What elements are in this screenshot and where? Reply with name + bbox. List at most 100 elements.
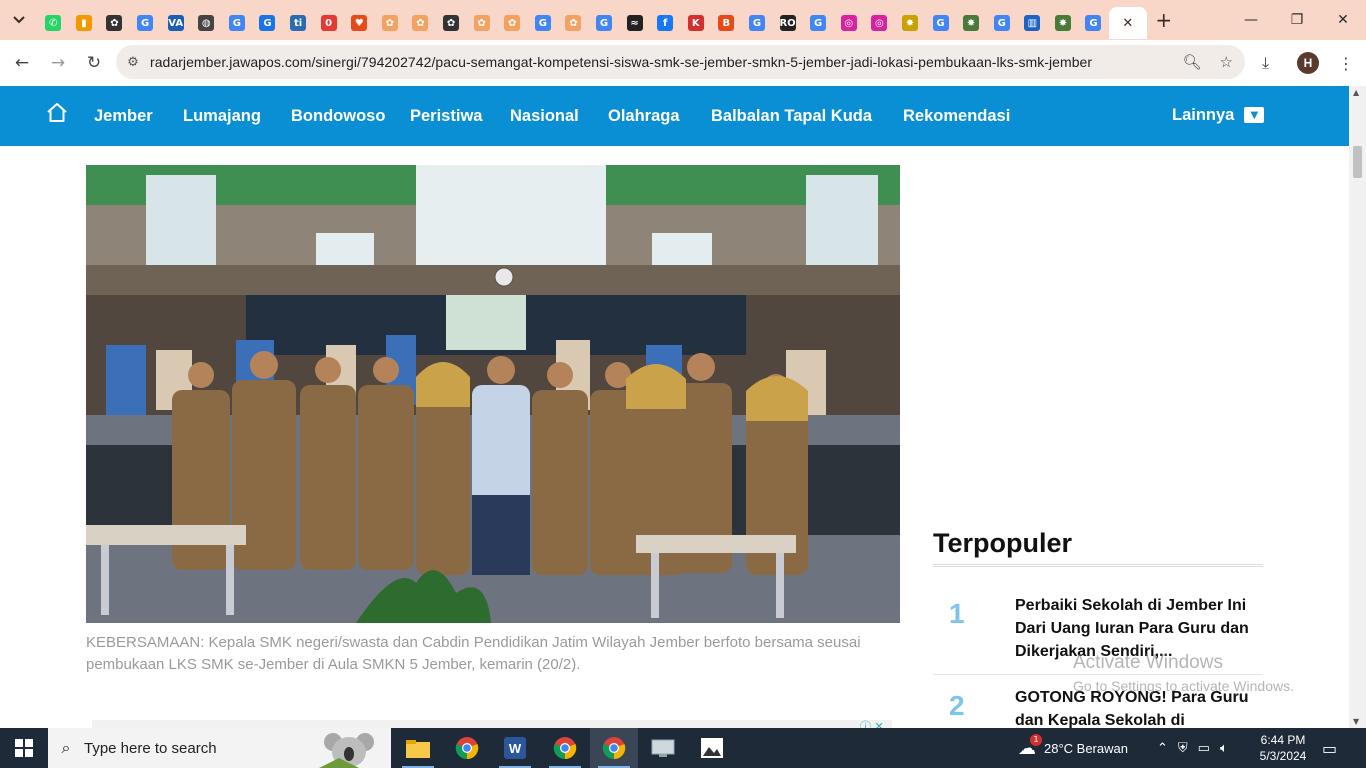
taskbar-chrome[interactable] (443, 728, 491, 768)
browser-tab[interactable]: ≈ (619, 7, 650, 39)
bookmark-star-icon[interactable]: ☆ (1220, 53, 1233, 71)
address-bar[interactable]: ⚙ radarjember.jawapos.com/sinergi/794202… (116, 45, 1245, 79)
back-button[interactable]: ← (4, 45, 40, 81)
tab-search-button[interactable] (0, 0, 38, 40)
nav-link-jember[interactable]: Jember (94, 86, 153, 146)
browser-tab[interactable]: ▮ (69, 7, 100, 39)
browser-tab[interactable]: ▥ (1017, 7, 1048, 39)
dropdown-icon: ▼ (1244, 107, 1265, 123)
clock-time: 6:44 PM (1260, 733, 1306, 747)
browser-tab[interactable]: ✿ (497, 7, 528, 39)
paw-icon: ✿ (381, 15, 398, 31)
browser-tab[interactable]: RO (772, 7, 803, 39)
tray-overflow-icon[interactable]: ⌃ (1157, 741, 1168, 756)
close-tab-icon[interactable]: ✕ (1122, 16, 1133, 31)
browser-tab[interactable]: G (222, 7, 253, 39)
browser-tab[interactable]: ◍ (191, 7, 222, 39)
more-menu-button[interactable]: Lainnya ▼ (1172, 86, 1265, 144)
minimize-button[interactable]: — (1228, 0, 1274, 40)
weather-badge: 1 (1030, 733, 1042, 746)
nav-link-rekomendasi[interactable]: Rekomendasi (903, 86, 1010, 146)
browser-tab[interactable]: ✿ (375, 7, 406, 39)
browser-tab[interactable]: ✿ (405, 7, 436, 39)
chevron-down-icon (13, 16, 25, 24)
browser-tab[interactable]: ✿ (436, 7, 467, 39)
taskbar-chrome-profile[interactable] (541, 728, 589, 768)
nav-link-peristiwa[interactable]: Peristiwa (410, 86, 482, 146)
browser-tab[interactable]: 0 (313, 7, 344, 39)
browser-tab[interactable]: G (589, 7, 620, 39)
network-icon[interactable]: ▭ (1198, 741, 1210, 756)
windows-taskbar: ⌕ Type here to search W ☁ 1 28°C Berawan … (0, 728, 1366, 768)
browser-tab[interactable]: G (803, 7, 834, 39)
weather-widget[interactable]: ☁ 1 28°C Berawan (1018, 728, 1128, 768)
active-tab[interactable]: ✕ (1108, 7, 1147, 39)
browser-tab[interactable]: ✸ (1048, 7, 1079, 39)
browser-tab[interactable]: K (680, 7, 711, 39)
download-icon[interactable]: ⤓ (1262, 53, 1269, 73)
scroll-thumb[interactable] (1353, 146, 1362, 178)
nav-link-balbalan[interactable]: Balbalan Tapal Kuda (711, 86, 872, 146)
taskbar-photos[interactable] (688, 728, 736, 768)
notification-button[interactable]: ▭ (1322, 728, 1337, 768)
browser-tab[interactable]: G (742, 7, 773, 39)
cloudy-weather-icon: ☁ 1 (1018, 733, 1042, 759)
browser-tab[interactable]: G (528, 7, 559, 39)
browser-tab[interactable]: G (986, 7, 1017, 39)
google-icon: G (595, 15, 612, 31)
browser-tab[interactable]: VA (160, 7, 191, 39)
volume-icon[interactable]: 🔈︎ (1220, 741, 1228, 756)
browser-tab[interactable]: ✆ (38, 7, 69, 39)
browser-tab[interactable]: B (711, 7, 742, 39)
browser-tab[interactable]: ✸ (956, 7, 987, 39)
browser-tab[interactable]: ◎ (833, 7, 864, 39)
whatsapp-icon: ✆ (45, 15, 62, 31)
browser-tab[interactable]: G (130, 7, 161, 39)
browser-tab[interactable]: ti (283, 7, 314, 39)
taskbar-chrome-active[interactable] (590, 728, 638, 768)
windows-logo-icon (15, 739, 33, 757)
emblem-icon: ✸ (963, 15, 980, 31)
browser-tab[interactable]: ◎ (864, 7, 895, 39)
security-icon[interactable]: ⛨ (1178, 741, 1188, 756)
page-scrollbar[interactable]: ▲ ▼ (1349, 86, 1366, 728)
site-info-icon[interactable]: ⚙ (116, 55, 150, 70)
new-tab-button[interactable]: + (1147, 0, 1181, 40)
taskbar-screen-tool[interactable] (639, 728, 687, 768)
nav-link-nasional[interactable]: Nasional (510, 86, 579, 146)
taskbar-search-box[interactable]: ⌕ Type here to search (48, 728, 391, 768)
browser-menu-icon[interactable]: ⋮ (1338, 54, 1354, 73)
nav-link-olahraga[interactable]: Olahraga (608, 86, 680, 146)
start-button[interactable] (0, 728, 48, 768)
taskbar-word[interactable]: W (491, 728, 539, 768)
close-icon: ✕ (1337, 12, 1349, 28)
chart-icon: ▥ (1024, 15, 1041, 31)
watermark-title: Activate Windows (1073, 652, 1223, 673)
back-arrow-icon: ← (14, 53, 30, 73)
home-icon[interactable] (44, 100, 70, 126)
browser-tab[interactable]: ✿ (558, 7, 589, 39)
nav-link-lumajang[interactable]: Lumajang (183, 86, 261, 146)
browser-tab[interactable]: G (1078, 7, 1109, 39)
forward-button[interactable]: → (40, 45, 76, 81)
chrome-icon (602, 737, 626, 760)
browser-tab[interactable]: ♥ (344, 7, 375, 39)
browser-tab[interactable]: ✿ (99, 7, 130, 39)
browser-tab[interactable]: ✸ (895, 7, 926, 39)
close-window-button[interactable]: ✕ (1320, 0, 1366, 40)
zoom-icon[interactable]: 🔍︎ (1183, 53, 1202, 71)
search-placeholder: Type here to search (84, 739, 217, 757)
taskbar-clock[interactable]: 6:44 PM 5/3/2024 (1250, 732, 1316, 764)
scroll-down-icon[interactable]: ▼ (1353, 717, 1359, 726)
restore-button[interactable]: ❐ (1274, 0, 1320, 40)
browser-tab[interactable]: G (925, 7, 956, 39)
reload-button[interactable]: ↻ (76, 45, 112, 81)
browser-tab[interactable]: f (650, 7, 681, 39)
browser-tab[interactable]: ✿ (466, 7, 497, 39)
url-text[interactable]: radarjember.jawapos.com/sinergi/79420274… (150, 54, 1092, 70)
browser-tab[interactable]: G (252, 7, 283, 39)
taskbar-file-explorer[interactable] (394, 728, 442, 768)
scroll-up-icon[interactable]: ▲ (1353, 88, 1359, 97)
nav-link-bondowoso[interactable]: Bondowoso (291, 86, 385, 146)
profile-avatar[interactable]: H (1297, 52, 1319, 74)
